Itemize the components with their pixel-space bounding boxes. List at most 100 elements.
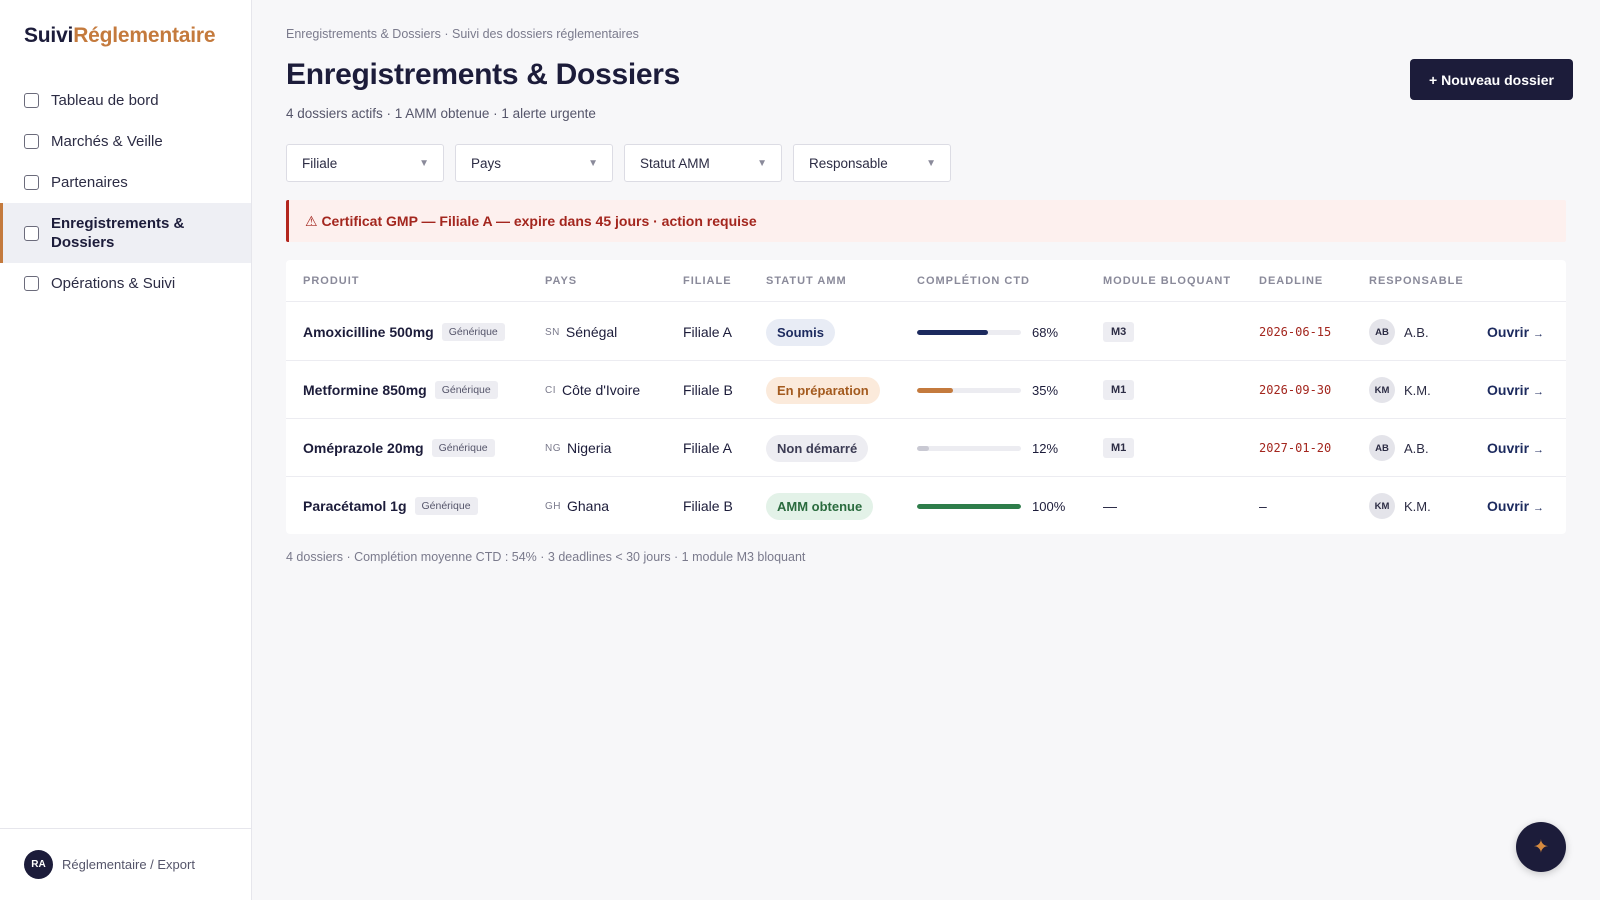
country-cell: CI Côte d'Ivoire — [545, 361, 640, 419]
table-row[interactable]: Oméprazole 20mg Générique NG Nigeria Fil… — [286, 419, 1566, 477]
product-cell: Oméprazole 20mg Générique — [303, 419, 495, 477]
filter-filiale[interactable]: Filiale ▼ — [286, 144, 444, 182]
app-logo[interactable]: SuiviRéglementaire — [24, 24, 216, 48]
sidebar-item-label: Tableau de bord — [51, 92, 159, 109]
column-header-responsable[interactable]: Responsable — [1369, 275, 1464, 287]
sidebar: SuiviRéglementaire Tableau de bord March… — [0, 0, 252, 900]
column-header-filiale[interactable]: Filiale — [683, 275, 732, 287]
product-cell: Metformine 850mg Générique — [303, 361, 498, 419]
logo-part-1: Suivi — [24, 24, 74, 47]
product-name: Amoxicilline 500mg — [303, 324, 434, 340]
column-header-pays[interactable]: Pays — [545, 275, 577, 287]
table-row[interactable]: Paracétamol 1g Générique GH Ghana Filial… — [286, 477, 1566, 535]
filter-bar: Filiale ▼ Pays ▼ Statut AMM ▼ Responsabl… — [286, 144, 962, 182]
arrow-right-icon: → — [1533, 502, 1545, 514]
filter-label: Pays — [471, 155, 502, 171]
table-row[interactable]: Metformine 850mg Générique CI Côte d'Ivo… — [286, 361, 1566, 419]
filiale-cell: Filiale A — [683, 419, 732, 477]
sidebar-item-tableau-de-bord[interactable]: Tableau de bord — [0, 80, 251, 121]
open-label: Ouvrir — [1487, 324, 1530, 340]
completion-percent: 100% — [1032, 498, 1066, 514]
column-header-deadline[interactable]: Deadline — [1259, 275, 1323, 287]
country-code: SN — [545, 326, 560, 338]
arrow-right-icon: → — [1533, 444, 1545, 456]
avatar: AB — [1369, 435, 1395, 461]
filter-label: Responsable — [809, 155, 888, 171]
open-link[interactable]: Ouvrir → — [1487, 477, 1544, 535]
product-name: Metformine 850mg — [303, 382, 427, 398]
status-badge: Soumis — [766, 318, 835, 346]
arrow-right-icon: → — [1533, 328, 1545, 340]
checkbox-icon — [24, 134, 39, 149]
open-label: Ouvrir — [1487, 498, 1530, 514]
product-name: Paracétamol 1g — [303, 498, 407, 514]
deadline-date: 2026-09-30 — [1259, 383, 1332, 397]
filter-statut-amm[interactable]: Statut AMM ▼ — [624, 144, 782, 182]
country-code: NG — [545, 442, 561, 454]
filiale-name: Filiale B — [683, 382, 733, 398]
open-link[interactable]: Ouvrir → — [1487, 303, 1544, 361]
progress-fill — [917, 503, 1021, 509]
table-row[interactable]: Amoxicilline 500mg Générique SN Sénégal … — [286, 303, 1566, 361]
new-dossier-button[interactable]: + Nouveau dossier — [1410, 59, 1573, 100]
assistant-button[interactable]: ✦ — [1516, 822, 1566, 872]
open-link[interactable]: Ouvrir → — [1487, 361, 1544, 419]
product-type-badge: Générique — [434, 381, 498, 399]
deadline-date: 2026-06-15 — [1259, 325, 1332, 339]
sidebar-item-operations-suivi[interactable]: Opérations & Suivi — [0, 263, 251, 304]
responsable-cell: KM K.M. — [1369, 477, 1431, 535]
deadline-cell: 2026-09-30 — [1259, 361, 1331, 419]
completion-cell: 68% — [917, 303, 1058, 361]
completion-cell: 12% — [917, 419, 1058, 477]
completion-cell: 100% — [917, 477, 1065, 535]
completion-percent: 35% — [1032, 382, 1059, 398]
open-button[interactable]: Ouvrir → — [1487, 440, 1544, 456]
page-subtitle: 4 dossiers actifs · 1 AMM obtenue · 1 al… — [286, 106, 596, 121]
alert-banner: ⚠ Certificat GMP — Filiale A — expire da… — [286, 200, 1566, 242]
checkbox-icon — [24, 225, 39, 241]
status-badge: AMM obtenue — [766, 492, 874, 520]
sidebar-item-partenaires[interactable]: Partenaires — [0, 162, 251, 203]
responsable-cell: AB A.B. — [1369, 303, 1429, 361]
sidebar-item-marches-veille[interactable]: Marchés & Veille — [0, 121, 251, 162]
open-button[interactable]: Ouvrir → — [1487, 498, 1544, 514]
column-header-completion[interactable]: Complétion CTD — [917, 275, 1030, 287]
table-header: Produit Pays Filiale Statut AMM Compléti… — [286, 260, 1566, 302]
column-header-produit[interactable]: Produit — [303, 275, 360, 287]
sparkle-icon: ✦ — [1533, 836, 1549, 858]
sidebar-item-enregistrements-dossiers[interactable]: Enregistrements & Dossiers — [0, 203, 251, 263]
sidebar-nav: Tableau de bord Marchés & Veille Partena… — [0, 80, 251, 304]
sidebar-item-label: Marchés & Veille — [51, 133, 163, 150]
progress-bar — [917, 387, 1021, 393]
country-name: Nigeria — [567, 440, 612, 456]
user-profile[interactable]: RA Réglementaire / Export — [0, 828, 251, 900]
module-badge: M3 — [1103, 322, 1135, 342]
column-header-statut[interactable]: Statut AMM — [766, 275, 847, 287]
module-badge: M1 — [1103, 438, 1135, 458]
filiale-name: Filiale A — [683, 440, 733, 456]
country-cell: SN Sénégal — [545, 303, 617, 361]
open-link[interactable]: Ouvrir → — [1487, 419, 1544, 477]
column-header-module[interactable]: Module bloquant — [1103, 275, 1231, 287]
avatar: KM — [1369, 377, 1395, 403]
table-summary: 4 dossiers · Complétion moyenne CTD : 54… — [286, 550, 806, 564]
open-button[interactable]: Ouvrir → — [1487, 382, 1544, 398]
checkbox-icon — [24, 276, 39, 291]
chevron-down-icon: ▼ — [419, 157, 429, 169]
deadline-cell: 2027-01-20 — [1259, 419, 1331, 477]
filiale-cell: Filiale B — [683, 361, 733, 419]
filter-responsable[interactable]: Responsable ▼ — [793, 144, 951, 182]
responsable-cell: KM K.M. — [1369, 361, 1431, 419]
responsable-cell: AB A.B. — [1369, 419, 1429, 477]
filter-pays[interactable]: Pays ▼ — [455, 144, 613, 182]
deadline-cell: 2026-06-15 — [1259, 303, 1331, 361]
responsable-name: A.B. — [1404, 324, 1429, 340]
filiale-cell: Filiale A — [683, 303, 732, 361]
sidebar-item-label: Partenaires — [51, 174, 128, 191]
open-label: Ouvrir — [1487, 382, 1530, 398]
deadline-date: 2027-01-20 — [1259, 441, 1332, 455]
avatar: RA — [24, 850, 53, 879]
product-cell: Paracétamol 1g Générique — [303, 477, 478, 535]
open-button[interactable]: Ouvrir → — [1487, 324, 1544, 340]
user-role-label: Réglementaire / Export — [62, 857, 195, 872]
